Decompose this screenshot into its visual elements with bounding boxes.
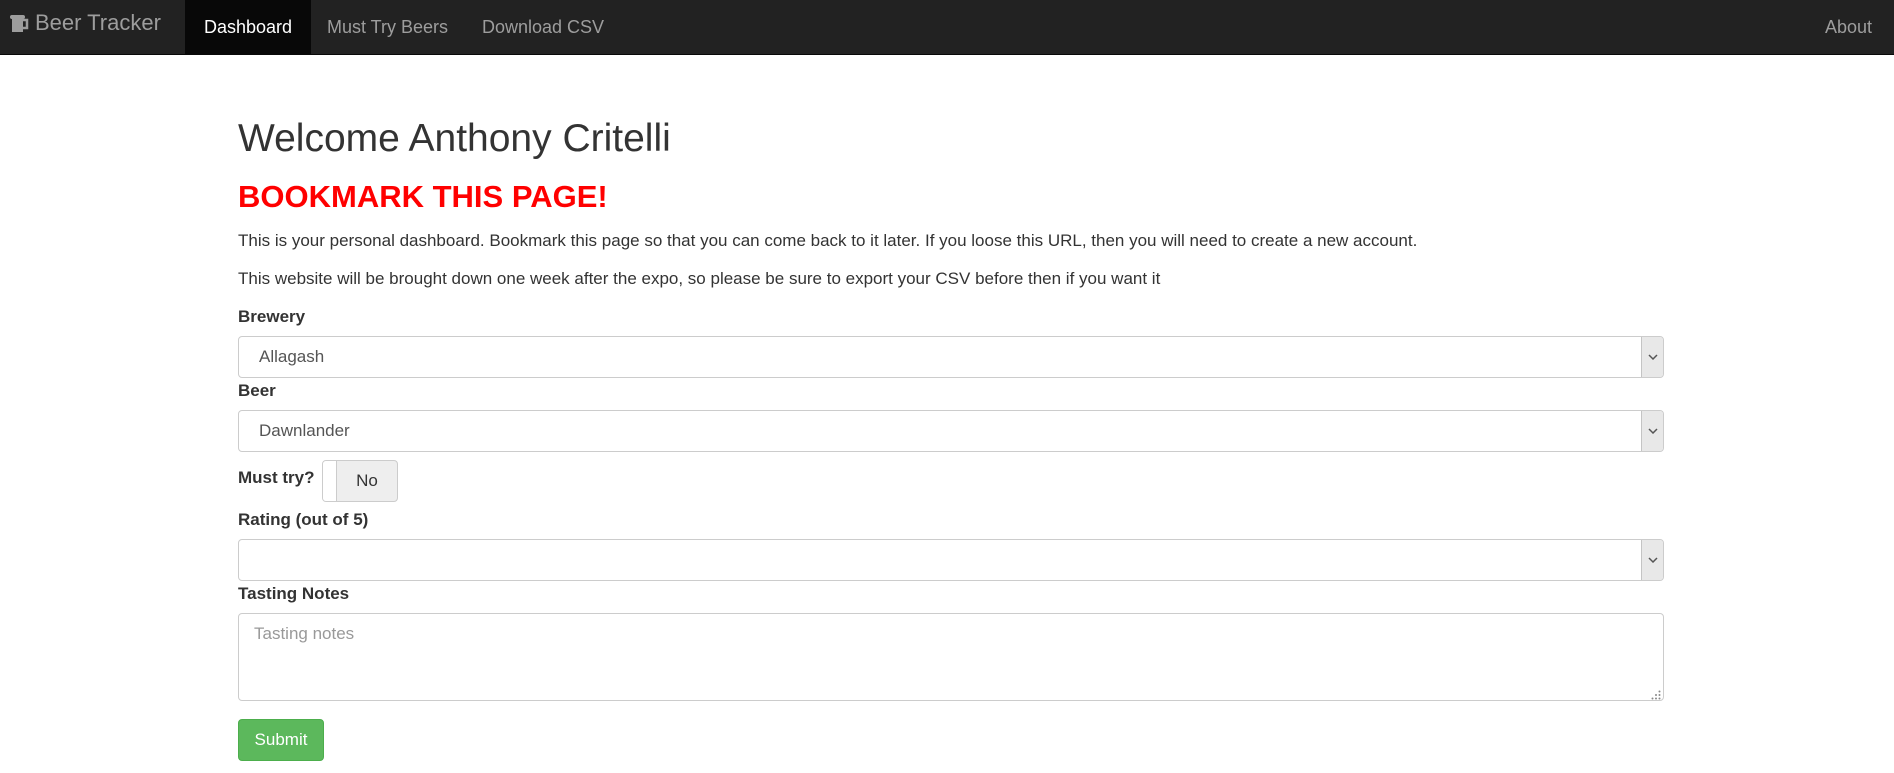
- expo-paragraph: This website will be brought down one we…: [238, 269, 1161, 288]
- nav-about[interactable]: About: [1806, 0, 1891, 54]
- brand-link[interactable]: Beer Tracker: [10, 0, 161, 45]
- page-title: Welcome Anthony Critelli: [238, 117, 671, 160]
- must-try-label: Must try?: [238, 468, 315, 487]
- navbar: Beer Tracker Dashboard Must Try Beers Do…: [0, 0, 1894, 55]
- nav-must-try-beers[interactable]: Must Try Beers: [308, 0, 467, 54]
- nav-dashboard[interactable]: Dashboard: [185, 0, 312, 54]
- chevron-down-icon: [1641, 411, 1663, 451]
- rating-label: Rating (out of 5): [238, 510, 369, 529]
- intro-paragraph: This is your personal dashboard. Bookmar…: [238, 231, 1418, 250]
- must-try-value: No: [356, 471, 378, 490]
- tasting-notes-textarea[interactable]: [238, 613, 1664, 701]
- resize-grip-icon[interactable]: [1651, 687, 1661, 700]
- toggle-knob: [323, 461, 337, 501]
- beer-label: Beer: [238, 381, 276, 400]
- brand-label: Beer Tracker: [35, 9, 161, 35]
- beer-mug-icon: [10, 12, 30, 34]
- brewery-value: Allagash: [259, 347, 325, 366]
- nav-download-csv-label: Download CSV: [482, 16, 605, 37]
- nav-dashboard-label: Dashboard: [204, 16, 293, 37]
- nav-download-csv[interactable]: Download CSV: [463, 0, 623, 54]
- chevron-down-icon: [1641, 337, 1663, 377]
- beer-value: Dawnlander: [259, 421, 350, 440]
- must-try-toggle[interactable]: No: [322, 460, 398, 502]
- rating-select[interactable]: [238, 539, 1664, 581]
- submit-button[interactable]: Submit: [238, 719, 324, 761]
- tasting-notes-label: Tasting Notes: [238, 584, 350, 603]
- beer-select[interactable]: Dawnlander: [238, 410, 1664, 452]
- brewery-label: Brewery: [238, 307, 306, 326]
- brewery-select[interactable]: Allagash: [238, 336, 1664, 378]
- chevron-down-icon: [1641, 540, 1663, 580]
- bookmark-warning: BOOKMARK THIS PAGE!: [238, 179, 608, 214]
- nav-must-try-beers-label: Must Try Beers: [327, 16, 449, 37]
- nav-about-label: About: [1825, 16, 1873, 37]
